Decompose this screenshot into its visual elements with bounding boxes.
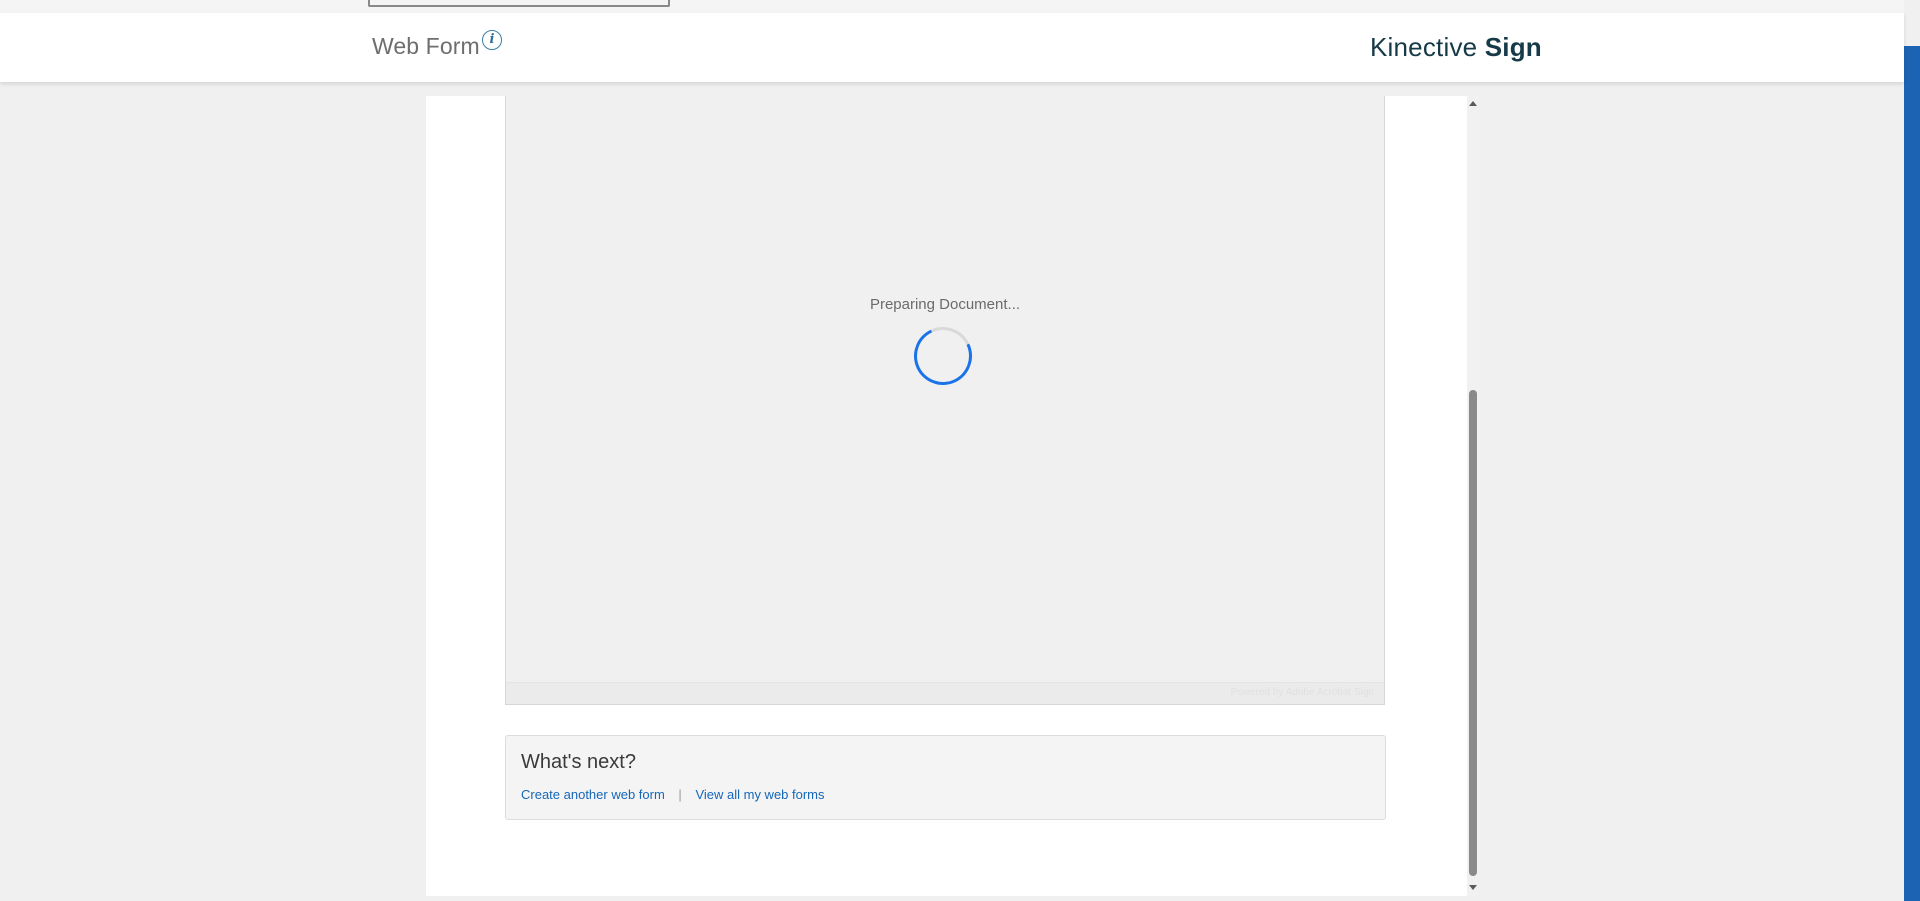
brand-name-light: Kinective bbox=[1370, 32, 1478, 62]
brand-name-bold: Sign bbox=[1484, 32, 1542, 62]
page-title: Web Form bbox=[372, 33, 480, 59]
vertical-scrollbar[interactable] bbox=[1467, 96, 1479, 896]
info-icon[interactable]: i bbox=[482, 30, 502, 50]
whats-next-links: Create another web form | View all my we… bbox=[521, 787, 825, 802]
link-separator: | bbox=[678, 787, 682, 802]
create-web-form-link[interactable]: Create another web form bbox=[521, 787, 665, 802]
preparing-status: Preparing Document... bbox=[869, 296, 1021, 313]
loading-spinner-icon bbox=[905, 318, 981, 394]
top-strip-box bbox=[368, 0, 670, 7]
header-bar: Web Form i Kinective Sign bbox=[0, 13, 1904, 82]
view-web-forms-link[interactable]: View all my web forms bbox=[695, 787, 824, 802]
scroll-down-arrow-icon[interactable] bbox=[1469, 885, 1477, 890]
viewer-footer: Powered by Adobe Acrobat Sign bbox=[506, 682, 1384, 704]
right-accent-bar bbox=[1904, 46, 1920, 901]
powered-by-text: Powered by Adobe Acrobat Sign bbox=[1230, 687, 1374, 698]
document-viewer: Preparing Document... Powered by Adobe A… bbox=[505, 96, 1385, 705]
top-strip bbox=[0, 0, 1904, 13]
whats-next-title: What's next? bbox=[521, 751, 636, 773]
scroll-thumb[interactable] bbox=[1469, 390, 1477, 876]
brand-logo: Kinective Sign bbox=[1370, 32, 1542, 63]
scroll-up-arrow-icon[interactable] bbox=[1469, 101, 1477, 106]
whats-next-box: What's next? Create another web form | V… bbox=[505, 735, 1386, 820]
